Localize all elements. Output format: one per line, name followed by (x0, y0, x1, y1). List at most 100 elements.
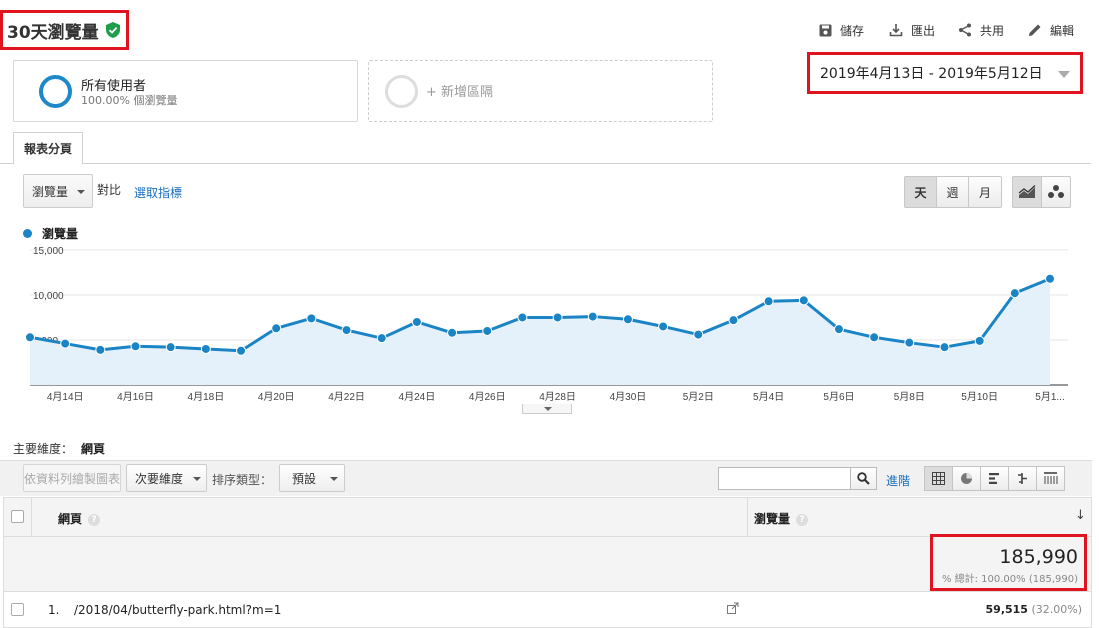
edit-label: 編輯 (1050, 23, 1075, 38)
row-pageviews-value: 59,515 (985, 603, 1028, 616)
x-tick-label: 4月28日 (539, 391, 576, 403)
help-icon[interactable]: ? (796, 513, 809, 526)
table-view-button[interactable] (924, 466, 953, 491)
x-tick-label: 5月4日 (753, 391, 784, 403)
data-point (200, 343, 211, 354)
data-point (376, 333, 387, 344)
total-pageviews-value: 185,990 (999, 546, 1078, 568)
pivot-view-button[interactable] (1036, 466, 1065, 491)
data-point (658, 321, 669, 332)
data-point (95, 344, 106, 355)
x-tick-label: 5月10日 (961, 391, 998, 403)
row-pageviews-percent: (32.00%) (1031, 603, 1082, 616)
tab-divider (0, 163, 1091, 164)
page-title: 30天瀏覽量 (7, 22, 99, 43)
data-point (904, 337, 915, 348)
x-tick-label: 4月18日 (188, 391, 225, 403)
performance-view-button[interactable] (980, 466, 1009, 491)
chevron-down-icon (1058, 71, 1070, 78)
select-all-checkbox[interactable] (11, 510, 24, 523)
table-search-input[interactable] (718, 467, 851, 490)
primary-dimension-label: 主要維度： (13, 442, 74, 456)
data-point (974, 335, 985, 346)
pick-metric-link[interactable]: 選取指標 (134, 184, 182, 201)
empty-segment-ring-icon (385, 75, 418, 108)
line-chart-icon (1018, 185, 1036, 198)
metric-select[interactable]: 瀏覽量 (23, 174, 93, 208)
granularity-week-button[interactable]: 週 (936, 176, 969, 208)
data-point (1009, 288, 1020, 299)
export-button[interactable]: 匯出 (889, 20, 935, 40)
export-icon (889, 24, 903, 37)
search-button[interactable] (850, 467, 877, 490)
sort-type-value: 預設 (292, 471, 317, 486)
legend-dot-icon (23, 229, 32, 238)
sort-descending-icon[interactable]: ↓ (1075, 508, 1086, 523)
bar-list-icon (989, 473, 999, 484)
external-link-icon[interactable] (727, 602, 739, 617)
data-point (728, 315, 739, 326)
share-button[interactable]: 共用 (958, 20, 1004, 40)
data-point (622, 314, 633, 325)
total-pageviews-percent: % 總計: 100.00% (185,990) (941, 574, 1078, 585)
row-page-link[interactable]: /2018/04/butterfly-park.html?m=1 (74, 603, 281, 617)
x-tick-label: 5月6日 (823, 391, 854, 403)
data-point (60, 338, 71, 349)
percentage-view-button[interactable] (952, 466, 981, 491)
sort-type-label: 排序類型： (212, 473, 273, 487)
data-point (236, 345, 247, 356)
data-point (165, 342, 176, 353)
share-icon (959, 23, 971, 37)
totals-row (3, 537, 1092, 592)
data-point (130, 341, 141, 352)
sort-type-select[interactable]: 預設 (279, 464, 345, 492)
x-tick-label: 4月30日 (610, 391, 647, 403)
totals-highlight: 185,990 % 總計: 100.00% (185,990) (930, 534, 1087, 591)
x-tick-label: 4月24日 (399, 391, 436, 403)
segment-all-users[interactable]: 所有使用者 100.00% 個瀏覽量 (13, 60, 358, 122)
segment-subtitle: 100.00% 個瀏覽量 (81, 94, 178, 107)
column-header-page-label: 網頁 (58, 512, 83, 526)
data-point (411, 316, 422, 327)
granularity-month-button[interactable]: 月 (968, 176, 1002, 208)
save-icon (819, 24, 832, 36)
granularity-day-button[interactable]: 天 (904, 176, 937, 208)
data-point (482, 325, 493, 336)
search-icon (857, 472, 870, 485)
edit-button[interactable]: 編輯 (1028, 20, 1074, 40)
save-button[interactable]: 儲存 (819, 20, 864, 40)
row-checkbox[interactable] (11, 603, 24, 616)
caret-down-icon (330, 477, 338, 481)
advanced-filter-link[interactable]: 進階 (886, 472, 910, 489)
data-point (447, 327, 458, 338)
data-point (587, 311, 598, 322)
data-point (1045, 273, 1055, 284)
comparison-view-button[interactable] (1008, 466, 1037, 491)
line-chart-button[interactable] (1012, 176, 1042, 208)
date-range-text: 2019年4月13日 - 2019年5月12日 (820, 66, 1043, 82)
add-segment-button[interactable]: + 新增區隔 (368, 60, 713, 122)
y-tick-label: 15,000 (33, 246, 64, 257)
help-icon[interactable]: ? (88, 513, 101, 526)
legend-label: 瀏覽量 (42, 227, 79, 241)
data-point (833, 324, 844, 335)
share-label: 共用 (980, 23, 1005, 38)
secondary-dimension-select[interactable]: 次要維度 (126, 464, 207, 492)
add-segment-label: + 新增區隔 (426, 85, 494, 100)
date-range-picker[interactable]: 2019年4月13日 - 2019年5月12日 (807, 52, 1083, 94)
x-tick-label: 4月14日 (47, 391, 84, 403)
motion-chart-button[interactable] (1041, 176, 1071, 208)
grid-icon (932, 472, 945, 485)
column-header-pageviews[interactable]: 瀏覽量? (754, 510, 809, 527)
table-header (3, 497, 1092, 537)
pie-chart-icon (961, 473, 972, 484)
chart-expander[interactable] (522, 404, 572, 414)
data-point (798, 295, 809, 306)
tab-report[interactable]: 報表分頁 (13, 132, 83, 164)
x-tick-label: 4月26日 (469, 391, 506, 403)
plot-rows-button[interactable]: 依資料列繪製圖表 (23, 464, 121, 492)
column-header-page[interactable]: 網頁? (58, 510, 101, 527)
data-point (517, 312, 528, 323)
primary-dimension-value[interactable]: 網頁 (81, 440, 105, 457)
x-tick-label: 4月20日 (258, 391, 295, 403)
